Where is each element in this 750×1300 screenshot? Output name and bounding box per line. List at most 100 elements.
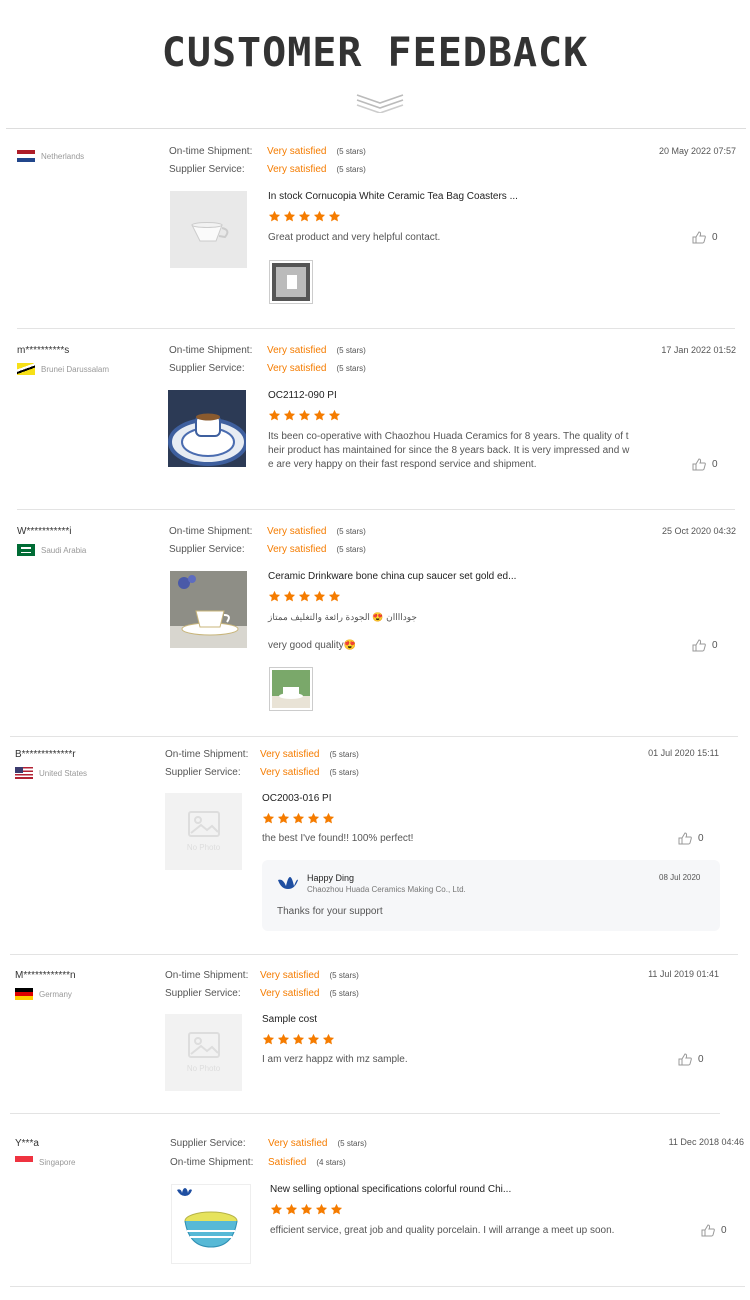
like-button[interactable]: 0: [678, 1053, 704, 1066]
like-button[interactable]: 0: [678, 832, 704, 845]
country-label: Singapore: [15, 1156, 75, 1168]
attachment-image[interactable]: [269, 260, 313, 304]
rating-row: On-time Shipment: Very satisfied (5 star…: [169, 345, 366, 356]
like-button[interactable]: 0: [701, 1224, 727, 1237]
star-icon: [277, 1033, 290, 1045]
star-rating: [268, 210, 343, 223]
reviewer-name: W***********i: [17, 526, 72, 537]
rating-row: Supplier Service: Very satisfied (5 star…: [169, 363, 366, 374]
like-button[interactable]: 0: [692, 639, 718, 652]
star-icon: [313, 590, 326, 602]
image-placeholder-icon: [187, 1032, 220, 1058]
like-count: 0: [698, 833, 704, 844]
star-icon: [328, 590, 341, 602]
divider: [17, 509, 735, 510]
review-date: 11 Dec 2018 04:46: [668, 1137, 744, 1147]
star-icon: [283, 590, 296, 602]
reply-author: Happy Ding: [307, 873, 355, 883]
thumbs-up-icon: [701, 1224, 715, 1237]
star-icon: [307, 1033, 320, 1045]
star-icon: [300, 1203, 313, 1215]
thumbs-up-icon: [692, 458, 706, 471]
star-icon: [262, 812, 275, 824]
review-comment-arabic: جوداااان 😍 الجودة رائعة والتغليف ممتاز: [268, 612, 417, 622]
product-title[interactable]: OC2112-090 PI: [268, 390, 337, 401]
divider: [10, 736, 738, 737]
photo-thumbnail: [272, 263, 310, 301]
rating-row: Supplier Service: Very satisfied (5 star…: [170, 1138, 367, 1149]
star-icon: [328, 409, 341, 421]
reviewer-name: m**********s: [17, 345, 70, 356]
country-name: Singapore: [39, 1157, 76, 1167]
star-icon: [322, 1033, 335, 1045]
country-name: Netherlands: [41, 151, 85, 161]
country-label: Brunei Darussalam: [17, 363, 109, 375]
no-photo-text: No Photo: [186, 843, 221, 852]
netherlands-flag-icon: [17, 150, 35, 162]
thumbs-up-icon: [678, 1053, 692, 1066]
attachment-image[interactable]: [269, 667, 313, 711]
review-date: 25 Oct 2020 04:32: [661, 526, 736, 536]
thumbs-up-icon: [692, 639, 706, 652]
country-name: United States: [39, 768, 88, 778]
product-image[interactable]: [168, 390, 246, 467]
usa-flag-icon: [15, 767, 33, 779]
star-icon: [313, 409, 326, 421]
review-date: 20 May 2022 07:57: [658, 146, 736, 156]
product-title[interactable]: Sample cost: [262, 1014, 317, 1025]
rating-row: On-time Shipment: Very satisfied (5 star…: [169, 146, 366, 157]
teacup-image: [170, 191, 247, 268]
star-icon: [307, 812, 320, 824]
product-title[interactable]: New selling optional specifications colo…: [270, 1184, 511, 1195]
photo-thumbnail: [272, 670, 310, 708]
supplier-reply: Happy Ding Chaozhou Huada Ceramics Makin…: [262, 860, 720, 931]
divider: [17, 328, 735, 329]
country-name: Brunei Darussalam: [41, 364, 110, 374]
no-photo-placeholder: No Photo: [165, 1014, 242, 1091]
star-icon: [268, 210, 281, 222]
star-rating: [270, 1203, 345, 1216]
reviewer-name: B*************r: [15, 749, 76, 760]
star-icon: [292, 1033, 305, 1045]
star-icon: [292, 812, 305, 824]
star-rating: [268, 590, 343, 603]
product-image[interactable]: [170, 191, 247, 268]
product-title[interactable]: Ceramic Drinkware bone china cup saucer …: [268, 571, 516, 582]
image-placeholder-icon: [187, 811, 220, 837]
star-icon: [268, 409, 281, 421]
reviewer-name: Y***a: [15, 1138, 39, 1149]
germany-flag-icon: [15, 988, 33, 1000]
star-icon: [283, 409, 296, 421]
blue-plate-cup-image: [168, 390, 246, 467]
no-photo-placeholder: No Photo: [165, 793, 242, 870]
like-count: 0: [712, 640, 718, 651]
divider: [10, 1286, 745, 1287]
product-image[interactable]: [171, 1184, 251, 1264]
rating-row: On-time Shipment: Very satisfied (5 star…: [169, 526, 366, 537]
star-icon: [313, 210, 326, 222]
rating-row: Supplier Service: Very satisfied (5 star…: [165, 988, 359, 999]
like-count: 0: [712, 459, 718, 470]
star-rating: [262, 812, 337, 825]
brunei-flag-icon: [17, 363, 35, 375]
review-comment: the best I've found!! 100% perfect!: [262, 833, 414, 844]
country-label: Saudi Arabia: [17, 544, 86, 556]
star-rating: [262, 1033, 337, 1046]
star-icon: [328, 210, 341, 222]
product-title[interactable]: OC2003-016 PI: [262, 793, 332, 804]
chevron-down-icon: [356, 94, 404, 113]
star-icon: [283, 210, 296, 222]
star-icon: [285, 1203, 298, 1215]
like-button[interactable]: 0: [692, 458, 718, 471]
like-count: 0: [721, 1225, 727, 1236]
star-icon: [315, 1203, 328, 1215]
review-comment: very good quality😍: [268, 640, 357, 651]
like-button[interactable]: 0: [692, 231, 718, 244]
product-title[interactable]: In stock Cornucopia White Ceramic Tea Ba…: [268, 191, 518, 202]
reply-text: Thanks for your support: [277, 906, 383, 917]
product-image[interactable]: [170, 571, 247, 648]
review-comment: efficient service, great job and quality…: [270, 1225, 615, 1236]
star-icon: [330, 1203, 343, 1215]
star-icon: [322, 812, 335, 824]
star-icon: [298, 409, 311, 421]
